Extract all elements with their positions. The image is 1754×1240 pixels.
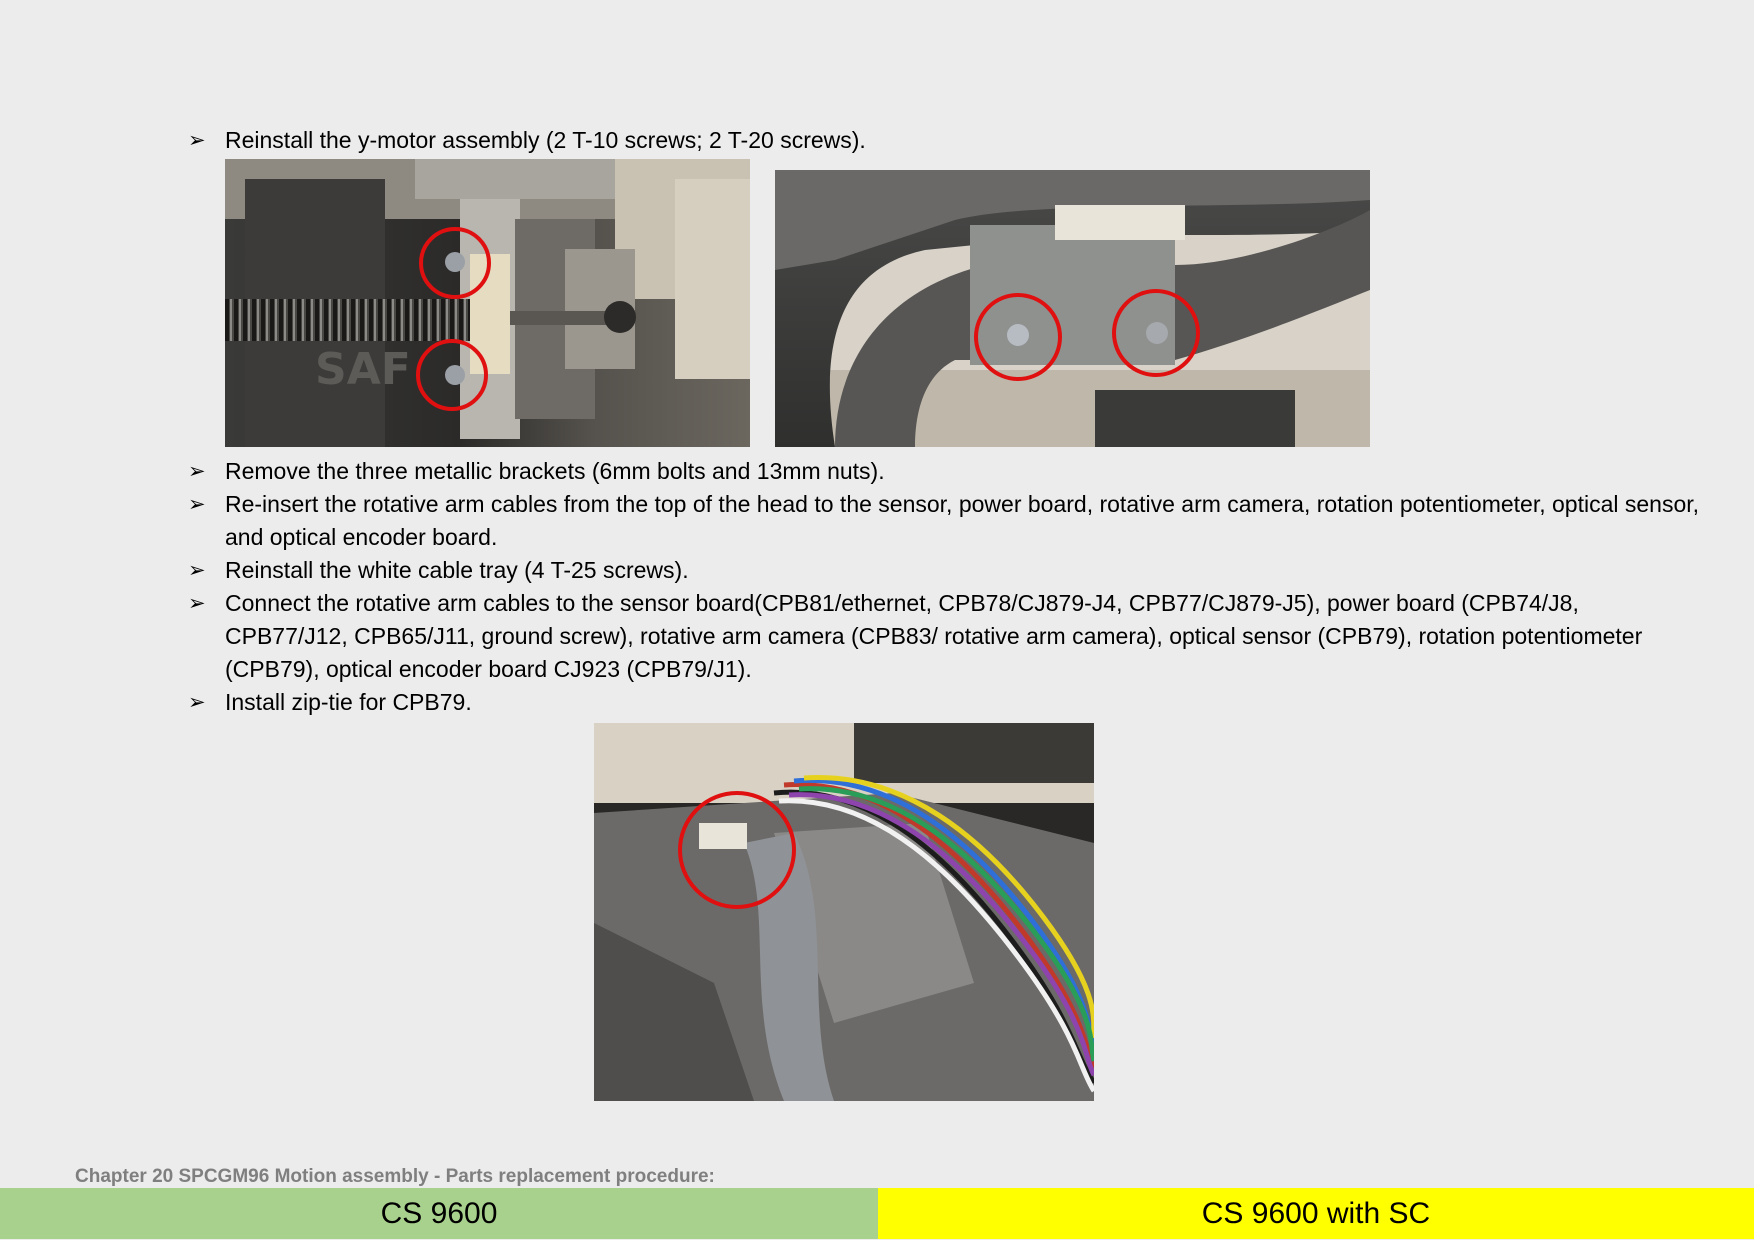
photo-zip-tie-cpb79 bbox=[594, 723, 1094, 1101]
step-text: Remove the three metallic brackets (6mm … bbox=[225, 458, 885, 484]
arrow-bullet-icon: ➢ bbox=[188, 493, 206, 516]
svg-text:SAF: SAF bbox=[315, 344, 411, 395]
arrow-bullet-icon: ➢ bbox=[188, 559, 206, 582]
photo-y-motor-screws: SAF bbox=[225, 159, 750, 447]
photo-motor-bracket-screws bbox=[775, 170, 1370, 447]
arrow-bullet-icon: ➢ bbox=[188, 592, 206, 615]
step-text: Connect the rotative arm cables to the s… bbox=[225, 590, 1643, 682]
arrow-bullet-icon: ➢ bbox=[188, 129, 206, 152]
step-text: Reinstall the y-motor assembly (2 T-10 s… bbox=[225, 127, 866, 153]
chapter-title: Chapter 20 SPCGM96 Motion assembly - Par… bbox=[75, 1166, 715, 1187]
arrow-bullet-icon: ➢ bbox=[188, 460, 206, 483]
model-band-cs9600: CS 9600 bbox=[0, 1188, 878, 1239]
step-text: Install zip-tie for CPB79. bbox=[225, 689, 472, 715]
step-text: Reinstall the white cable tray (4 T-25 s… bbox=[225, 557, 689, 583]
arrow-bullet-icon: ➢ bbox=[188, 691, 206, 714]
step-text: Re-insert the rotative arm cables from t… bbox=[225, 491, 1700, 550]
model-band-cs9600-sc: CS 9600 with SC bbox=[878, 1188, 1754, 1239]
